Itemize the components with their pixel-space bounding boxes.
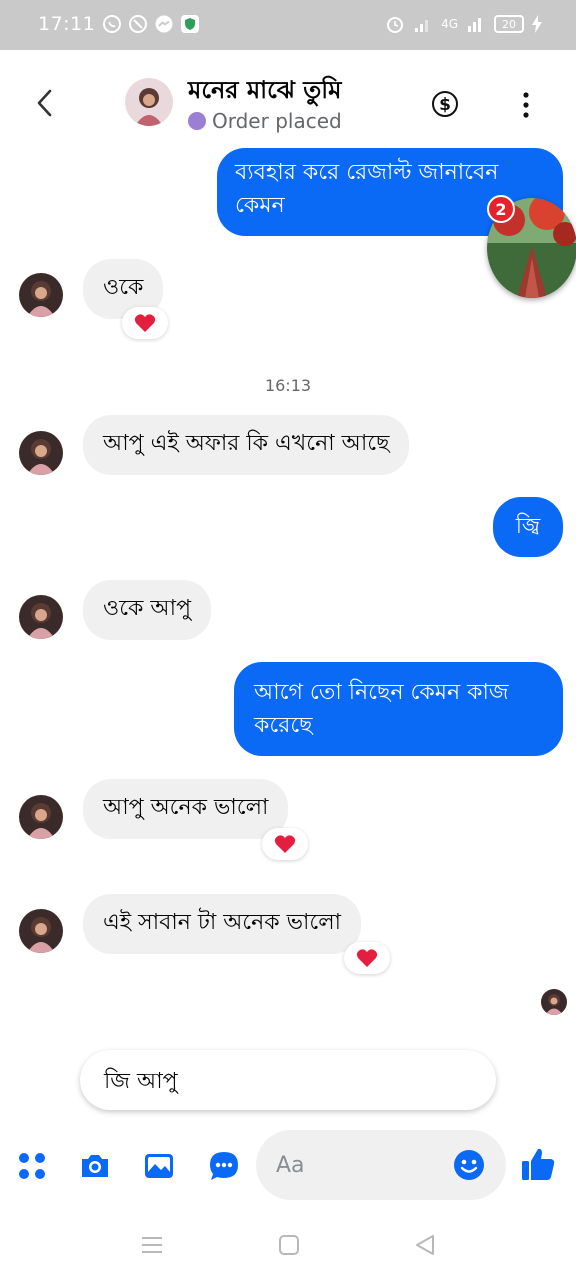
avatar-picture <box>125 78 173 126</box>
viber-icon <box>129 15 147 33</box>
thumbs-up-icon[interactable] <box>520 1146 556 1182</box>
chat-header: মনের মাঝে তুমি Order placed $ <box>0 50 576 152</box>
message-incoming[interactable]: ওকে আপু <box>83 580 212 640</box>
whatsapp-icon <box>103 15 121 33</box>
smiley-icon[interactable] <box>453 1149 485 1181</box>
message-text-line: ব্যবহার করে রেজাল্ট জানাবেন <box>235 160 499 185</box>
sender-avatar[interactable] <box>19 909 63 953</box>
camera-icon[interactable] <box>79 1150 111 1182</box>
message-incoming[interactable]: আপু এই অফার কি এখনো আছে <box>83 415 410 475</box>
system-status: 4G 20 <box>385 14 542 34</box>
avatar-picture <box>19 273 63 317</box>
message-text-line: করেছে <box>254 713 313 738</box>
avatar-picture <box>19 909 63 953</box>
menu-nav-icon[interactable] <box>140 1233 164 1257</box>
status-bar: 17:11 4G 20 <box>0 0 576 50</box>
battery-indicator: 20 <box>494 15 524 33</box>
heart-icon <box>356 949 378 967</box>
heart-icon <box>134 314 156 332</box>
alarm-icon <box>387 17 404 33</box>
seen-indicator-avatar <box>541 989 567 1015</box>
image-icon[interactable] <box>143 1150 175 1182</box>
dollar-circle-icon[interactable]: $ <box>431 90 459 118</box>
status-time: 17:11 <box>38 13 96 35</box>
reaction-badge[interactable] <box>344 942 390 974</box>
reaction-badge[interactable] <box>122 307 168 339</box>
message-input-container <box>256 1130 506 1200</box>
order-status-text: Order placed <box>212 109 342 133</box>
back-nav-icon[interactable] <box>413 1233 437 1257</box>
contact-avatar[interactable] <box>125 78 173 126</box>
message-outgoing[interactable]: আগে তো নিছেন কেমন কাজ করেছে <box>234 662 563 756</box>
avatar-picture <box>19 431 63 475</box>
contact-name[interactable]: মনের মাঝে তুমি <box>188 72 342 112</box>
order-status: Order placed <box>188 109 342 133</box>
vpn-shield-icon <box>181 15 199 33</box>
avatar-picture <box>541 989 567 1015</box>
vertical-dots-icon[interactable] <box>516 90 536 120</box>
signal-icon <box>415 20 429 32</box>
sender-avatar[interactable] <box>19 595 63 639</box>
timestamp-divider: 16:13 <box>264 376 312 395</box>
notification-icons <box>102 14 200 34</box>
avatar-picture <box>19 595 63 639</box>
svg-text:$: $ <box>439 95 451 115</box>
message-incoming[interactable]: আপু অনেক ভালো <box>83 779 289 839</box>
system-nav-bar <box>0 1200 576 1280</box>
avatar-picture <box>19 795 63 839</box>
reaction-badge[interactable] <box>262 828 308 860</box>
charging-icon <box>532 15 542 33</box>
message-composer <box>0 1130 576 1200</box>
back-icon[interactable] <box>30 86 60 120</box>
four-dots-icon[interactable] <box>16 1150 48 1182</box>
message-incoming[interactable]: এই সাবান টা অনেক ভালো <box>83 894 361 954</box>
network-type: 4G <box>441 17 458 31</box>
message-text-line: আগে তো নিছেন কেমন কাজ <box>254 680 509 705</box>
unread-count-badge: 2 <box>487 195 515 223</box>
status-dot <box>188 112 206 130</box>
sender-avatar[interactable] <box>19 795 63 839</box>
sender-avatar[interactable] <box>19 273 63 317</box>
message-outgoing[interactable]: জ্বি <box>493 497 563 557</box>
quick-reply-suggestion[interactable]: জি আপু <box>80 1050 496 1110</box>
home-nav-icon[interactable] <box>277 1233 301 1257</box>
message-input[interactable] <box>276 1148 446 1182</box>
heart-icon <box>274 835 296 853</box>
chat-bubble-icon[interactable] <box>208 1150 240 1182</box>
sender-avatar[interactable] <box>19 431 63 475</box>
messenger-icon <box>155 15 173 33</box>
signal-icon-2 <box>468 18 481 32</box>
